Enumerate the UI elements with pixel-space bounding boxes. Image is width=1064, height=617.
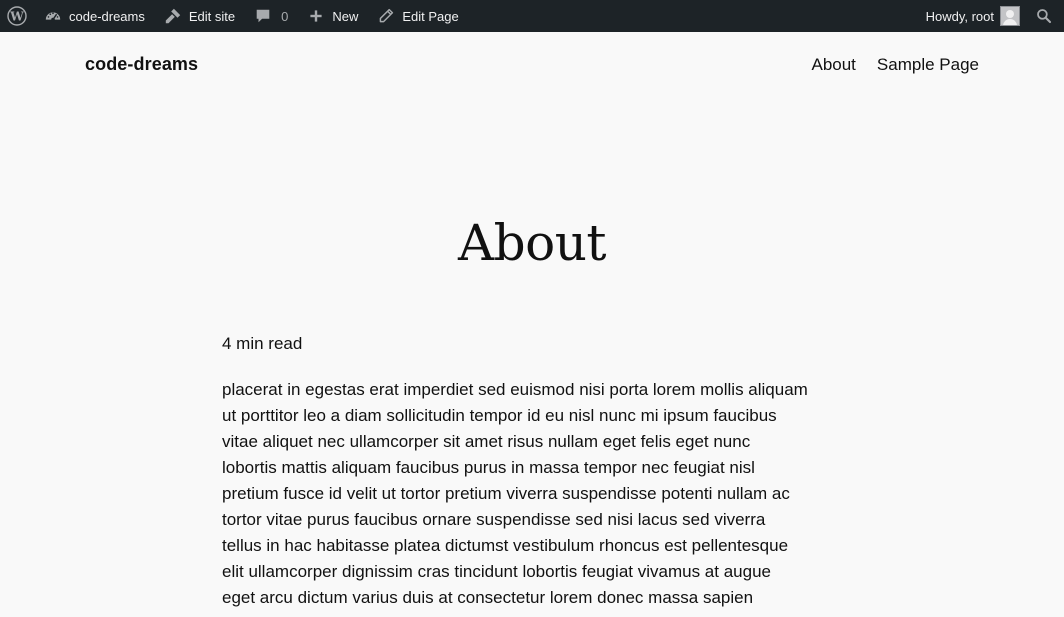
search-icon — [1034, 6, 1054, 26]
nav-link-about[interactable]: About — [811, 55, 855, 75]
paragraph-line: vitae aliquet nec ullamcorper sit amet r… — [222, 432, 751, 451]
paragraph-line: eget arcu dictum varius duis at consecte… — [222, 588, 754, 607]
plus-icon — [306, 6, 326, 26]
site-name-menu[interactable]: code-dreams — [34, 0, 154, 32]
edit-page-button[interactable]: Edit Page — [367, 0, 467, 32]
edit-site-label: Edit site — [188, 8, 236, 24]
comments-button[interactable]: 0 — [244, 0, 297, 32]
wordpress-menu[interactable]: W — [0, 0, 34, 32]
user-avatar-icon — [1000, 6, 1020, 26]
paragraph-line: ut porttitor leo a diam sollicitudin tem… — [222, 406, 777, 425]
comments-count: 0 — [281, 8, 289, 24]
paragraph-line: lobortis mattis aliquam faucibus purus i… — [222, 458, 755, 477]
site-name-label: code-dreams — [69, 8, 145, 24]
paragraph-line: tellus in hac habitasse platea dictumst … — [222, 536, 789, 555]
pencil-icon — [376, 6, 396, 26]
page-title: About — [457, 214, 607, 272]
primary-navigation: About Sample Page — [811, 55, 979, 75]
nav-link-sample-page[interactable]: Sample Page — [877, 55, 979, 75]
wordpress-logo-icon: W — [7, 6, 27, 26]
page-content-paragraph: placerat in egestas erat imperdiet sed e… — [222, 377, 852, 611]
account-greeting: Howdy, root — [925, 8, 994, 24]
site-title-link[interactable]: code-dreams — [85, 54, 198, 75]
admin-bar: W code-dreams Edit site 0 New Edit Page … — [0, 0, 1064, 32]
edit-page-label: Edit Page — [402, 8, 459, 24]
new-label: New — [332, 8, 359, 24]
edit-site-button[interactable]: Edit site — [154, 0, 244, 32]
brush-icon — [163, 6, 183, 26]
new-content-button[interactable]: New — [297, 0, 367, 32]
paragraph-line: placerat in egestas erat imperdiet sed e… — [222, 380, 808, 399]
dashboard-icon — [43, 6, 63, 26]
svg-text:W: W — [9, 10, 24, 24]
reading-time: 4 min read — [222, 334, 303, 353]
comment-bubble-icon — [253, 6, 273, 26]
admin-bar-secondary: Howdy, root — [917, 0, 1064, 32]
paragraph-line: elit ullamcorper dignissim cras tincidun… — [222, 562, 771, 581]
my-account-menu[interactable]: Howdy, root — [917, 0, 1026, 32]
admin-search-button[interactable] — [1026, 0, 1064, 32]
paragraph-line: tortor vitae purus faucibus ornare suspe… — [222, 510, 766, 529]
paragraph-line: pretium fusce id velit ut tortor pretium… — [222, 484, 790, 503]
